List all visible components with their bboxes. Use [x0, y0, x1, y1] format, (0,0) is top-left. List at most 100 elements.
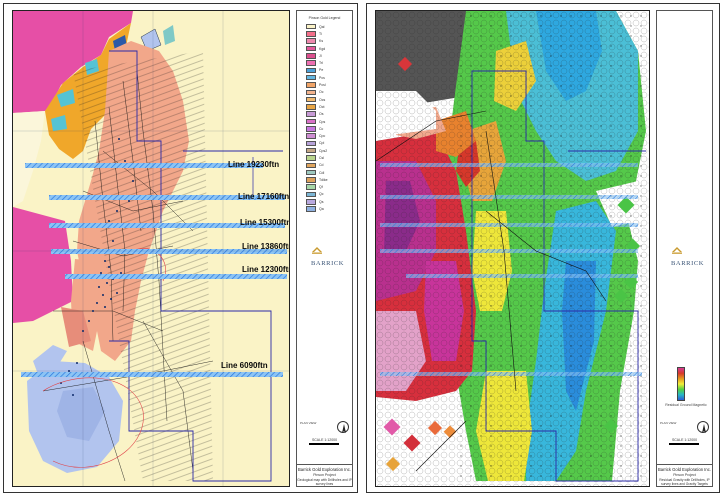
legend-label: Cpc — [319, 134, 326, 139]
legend-label: Oct — [319, 104, 325, 109]
legend-row: Ti — [306, 30, 352, 37]
legend-swatch — [306, 118, 316, 125]
scale-bar — [669, 443, 699, 445]
legend-row: Cpl — [306, 140, 352, 147]
legend-swatch — [306, 74, 316, 81]
legend-row: Oct — [306, 103, 352, 110]
north-arrow-icon — [697, 421, 709, 433]
info-text: PLAN VIEW — [300, 421, 317, 425]
legend-swatch — [306, 67, 316, 74]
legend-row: Ocs — [306, 96, 352, 103]
legend-swatch — [306, 184, 316, 190]
legend-title: Pinson Gold Legend — [308, 16, 341, 20]
legend-row: Cd — [306, 162, 352, 169]
legend-swatch — [306, 23, 316, 30]
legend-row: Cdl — [306, 169, 352, 176]
geology-map-sheet: Line 19230ftn Line 17160ftn Line 15300ft… — [3, 3, 358, 493]
legend-swatch — [306, 104, 316, 110]
legend-row: Cps2 — [306, 147, 352, 154]
legend-label: Qal — [319, 24, 325, 29]
legend-swatch — [306, 169, 316, 176]
section-line-label: Line 12300ftn — [242, 265, 290, 274]
map-title: Residual Gravity with Drillholes, IP sur… — [659, 478, 710, 486]
geology-map[interactable]: Line 19230ftn Line 17160ftn Line 15300ft… — [12, 10, 290, 487]
barrick-logo-icon — [312, 247, 322, 254]
barrick-logo-icon — [672, 247, 682, 254]
legend-row: Qal — [306, 23, 352, 30]
gravity-colorbar — [677, 367, 685, 401]
legend-swatch — [306, 38, 316, 44]
legend-row: Tdike — [306, 176, 352, 183]
barrick-logo: BARRICK — [311, 241, 344, 267]
legend-swatch — [306, 206, 316, 212]
section-line-label: Line 17160ftn — [238, 192, 290, 201]
info-text: PLAN VIEW — [660, 421, 677, 425]
legend-row: Qf — [306, 184, 352, 191]
legend-row: Cpc — [306, 132, 352, 139]
legend-swatch — [306, 199, 316, 205]
legend-row: Oc — [306, 89, 352, 96]
legend-row: Qc — [306, 191, 352, 198]
legend-row: Pe — [306, 67, 352, 74]
map-info-block: PLAN VIEW SCALE 1:12000 Barrick Gold Exp… — [657, 413, 712, 486]
legend-swatch — [306, 111, 316, 117]
section-line-label: Line 13860ftn — [242, 242, 290, 251]
survey-line-gravity-5 — [406, 274, 638, 278]
legend-panel: Pinson Gold Legend Qal Ti Ks Kgd Jl Trl Pe Pcs P… — [296, 10, 353, 487]
legend-row: Os — [306, 111, 352, 118]
legend-swatch — [306, 155, 316, 161]
legend-label: Oc — [319, 90, 324, 95]
legend-row: Pcsl — [306, 81, 352, 88]
legend-swatch — [306, 45, 316, 52]
legend-swatch — [306, 191, 316, 198]
legend-swatch — [306, 126, 316, 132]
legend-row: Cc — [306, 125, 352, 132]
gravity-map-canvas — [376, 11, 649, 486]
survey-line-gravity-6 — [380, 372, 642, 376]
gravity-side-panel: BARRICK Residual Ground Magnetic PLAN VI… — [656, 10, 713, 487]
legend-swatch — [306, 147, 316, 154]
legend-label: Cdl — [319, 170, 325, 175]
colorbar-caption: Residual Ground Magnetic — [665, 403, 707, 407]
section-line-label: Line 15300ftn — [240, 218, 290, 227]
company-name: Barrick Gold Exploration Inc. — [657, 467, 712, 472]
legend-label: Kgd — [319, 46, 326, 51]
legend-label: Pcsl — [319, 83, 326, 88]
legend-label: Cc — [319, 126, 324, 131]
survey-line-6090 — [21, 372, 283, 377]
project-name: Pinson Project — [673, 473, 696, 477]
company-name: Barrick Gold Exploration Inc. — [297, 467, 352, 472]
legend-label: Qs — [319, 199, 324, 204]
survey-line-gravity-4 — [380, 249, 638, 253]
map-info-block: PLAN VIEW SCALE 1:12000 Barrick Gold Exp… — [297, 413, 352, 486]
legend-swatch — [306, 177, 316, 183]
legend-swatch — [306, 60, 316, 66]
legend-swatch — [306, 31, 316, 37]
legend-label: Cps2 — [319, 148, 328, 153]
section-line-label: Line 19230ftn — [228, 160, 280, 169]
barrick-logo: BARRICK — [671, 241, 705, 267]
scale-text: SCALE 1:12000 — [311, 438, 338, 442]
logo-text: BARRICK — [671, 260, 705, 267]
legend-row: Pcs — [306, 74, 352, 81]
legend-label: Csl — [319, 155, 325, 160]
gravity-map-sheet: BARRICK Residual Ground Magnetic PLAN VI… — [366, 3, 720, 493]
survey-line-12300 — [65, 274, 287, 279]
scale-text: SCALE 1:12000 — [671, 438, 698, 442]
legend-label: Cd — [319, 163, 324, 168]
title-block: Barrick Gold Exploration Inc. Pinson Pro… — [657, 464, 712, 486]
legend-label: Pcs — [319, 75, 325, 80]
legend-swatch — [306, 89, 316, 96]
legend-swatch — [306, 162, 316, 169]
section-line-label: Line 6090ftn — [221, 361, 268, 370]
legend-label: Pe — [319, 68, 324, 73]
legend-label: Trl — [319, 61, 323, 66]
legend-row: Csl — [306, 154, 352, 161]
survey-line-gravity-1 — [380, 163, 638, 167]
legend-row: Qa — [306, 205, 352, 212]
legend-swatch — [306, 133, 316, 139]
legend-label: Jl — [319, 53, 322, 58]
gravity-map[interactable] — [375, 10, 650, 487]
legend-swatch — [306, 82, 316, 88]
legend-swatch — [306, 140, 316, 147]
